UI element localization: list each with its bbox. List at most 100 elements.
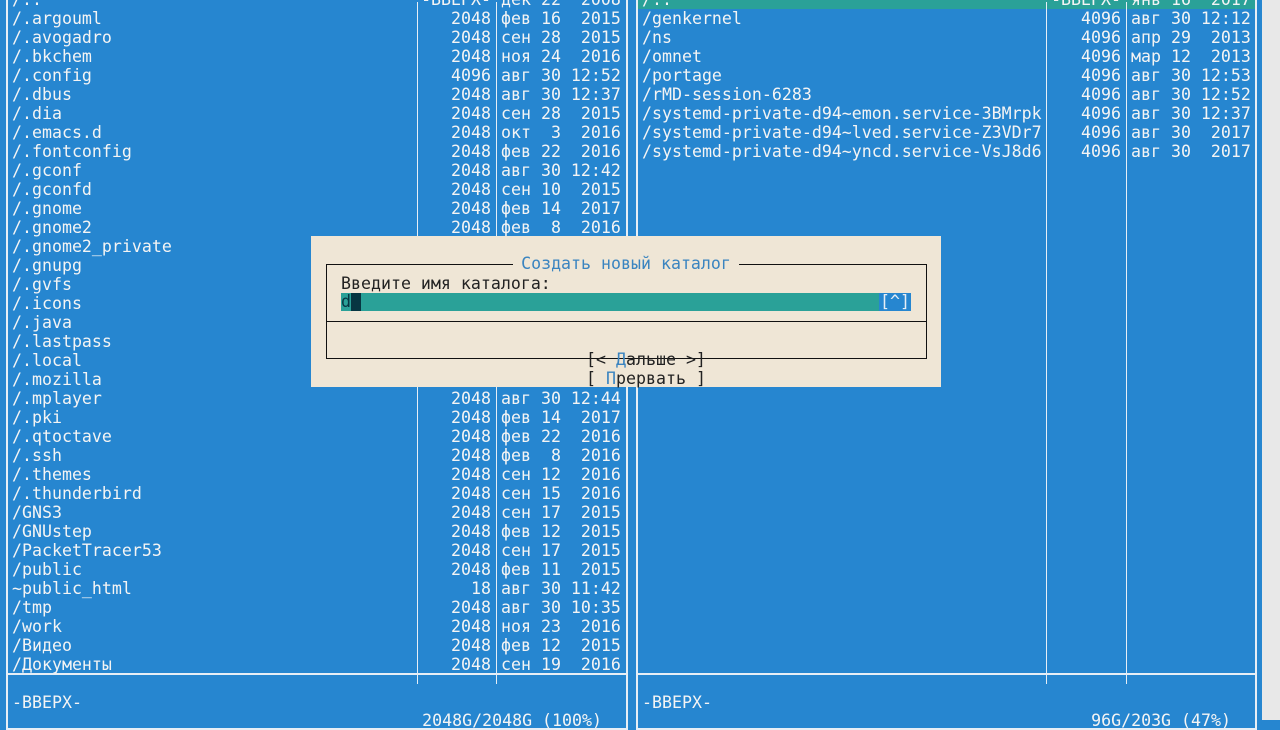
file-name[interactable]: /systemd-private-d94~emon.service-3BMrpk (642, 104, 1042, 123)
file-size: 2048 (451, 408, 491, 427)
file-date: авг 30 12:52 (1131, 85, 1251, 104)
file-date: окт 3 2016 (501, 123, 621, 142)
file-name[interactable]: /.fontconfig (12, 142, 132, 161)
file-name[interactable]: /.icons (12, 294, 82, 313)
file-name[interactable]: /.mplayer (12, 389, 102, 408)
file-name[interactable]: /.avogadro (12, 28, 112, 47)
file-name[interactable]: /.java (12, 313, 72, 332)
file-name[interactable]: /.argouml (12, 9, 102, 28)
history-button[interactable]: [^] (879, 293, 911, 311)
dialog-label: Введите имя каталога: (341, 274, 551, 293)
cancel-button[interactable]: [ Прервать ] (586, 369, 706, 388)
file-size: 2048 (451, 85, 491, 104)
file-size: 4096 (1081, 85, 1121, 104)
file-name[interactable]: /.local (12, 351, 82, 370)
window-edge (1262, 0, 1280, 720)
file-name[interactable]: /.. (642, 0, 672, 9)
file-date: сен 28 2015 (501, 28, 621, 47)
file-name[interactable]: /systemd-private-d94~lved.service-Z3VDr7 (642, 123, 1042, 142)
column-separator (1126, 2, 1127, 684)
file-size: 2048 (451, 617, 491, 636)
file-size: 2048 (451, 465, 491, 484)
file-date: ноя 23 2016 (501, 617, 621, 636)
file-name[interactable]: /GNUstep (12, 522, 92, 541)
file-name[interactable]: /.gconf (12, 161, 82, 180)
file-name[interactable]: /public (12, 560, 82, 579)
file-date: фев 22 2016 (501, 142, 621, 161)
mini-status: -ВВЕРХ- (12, 693, 82, 712)
file-name[interactable]: /tmp (12, 598, 52, 617)
mini-status: -ВВЕРХ- (642, 693, 712, 712)
file-date: сен 10 2015 (501, 180, 621, 199)
file-name[interactable]: /rMD-session-6283 (642, 85, 812, 104)
text-cursor (351, 293, 361, 311)
file-name[interactable]: /Видео (12, 636, 72, 655)
directory-name-input[interactable]: d [^] (341, 293, 911, 311)
file-size: 2048 (451, 104, 491, 123)
file-size: 4096 (1081, 142, 1121, 161)
file-name[interactable]: /.thunderbird (12, 484, 142, 503)
column-separator (1046, 2, 1047, 684)
input-value: d (341, 292, 351, 311)
file-date: фев 22 2016 (501, 427, 621, 446)
file-size: 4096 (1081, 9, 1121, 28)
file-size: 2048 (451, 161, 491, 180)
file-date: апр 29 2013 (1131, 28, 1251, 47)
file-date: фев 11 2015 (501, 560, 621, 579)
ok-button[interactable]: [< Дальше >] (586, 350, 706, 369)
file-name[interactable]: /.emacs.d (12, 123, 102, 142)
file-date: сен 28 2015 (501, 104, 621, 123)
file-name[interactable]: /.gconfd (12, 180, 92, 199)
file-date: авг 30 12:53 (1131, 66, 1251, 85)
file-name[interactable]: /portage (642, 66, 722, 85)
file-name[interactable]: /work (12, 617, 62, 636)
file-date: сен 17 2015 (501, 503, 621, 522)
file-size: 4096 (1081, 28, 1121, 47)
file-name[interactable]: /.qtoctave (12, 427, 112, 446)
file-size: 18 (471, 579, 491, 598)
file-name[interactable]: /.config (12, 66, 92, 85)
file-size: 2048 (451, 28, 491, 47)
file-size: 2048 (451, 218, 491, 237)
file-name[interactable]: /.ssh (12, 446, 62, 465)
file-name[interactable]: /.gvfs (12, 275, 72, 294)
file-size: -ВВЕРХ- (1048, 0, 1121, 9)
file-size: 2048 (451, 522, 491, 541)
disk-usage: 96G/203G (47%) (1091, 711, 1231, 730)
file-name[interactable]: /.themes (12, 465, 92, 484)
file-name[interactable]: /ns (642, 28, 672, 47)
status-separator (638, 673, 1255, 675)
file-name[interactable]: /.lastpass (12, 332, 112, 351)
mkdir-dialog: Создать новый каталог Введите имя катало… (311, 236, 941, 388)
file-name[interactable]: /.gnupg (12, 256, 82, 275)
file-date: сен 12 2016 (501, 465, 621, 484)
file-size: 2048 (451, 446, 491, 465)
file-date: авг 30 12:37 (1131, 104, 1251, 123)
file-name[interactable]: /.gnome2 (12, 218, 92, 237)
dialog-divider (326, 321, 927, 322)
disk-usage: 2048G/2048G (100%) (422, 711, 602, 730)
file-name[interactable]: /.dia (12, 104, 62, 123)
file-name[interactable]: /.bkchem (12, 47, 92, 66)
file-name[interactable]: /genkernel (642, 9, 742, 28)
file-size: 2048 (451, 427, 491, 446)
file-date: сен 15 2016 (501, 484, 621, 503)
file-date: авг 30 2017 (1131, 142, 1251, 161)
file-name[interactable]: /Документы (12, 655, 112, 674)
file-size: 2048 (451, 541, 491, 560)
file-name[interactable]: /.mozilla (12, 370, 102, 389)
file-name[interactable]: /GNS3 (12, 503, 62, 522)
file-name[interactable]: ~public_html (12, 579, 132, 598)
file-date: фев 12 2015 (501, 636, 621, 655)
file-name[interactable]: /systemd-private-d94~yncd.service-VsJ8d6 (642, 142, 1042, 161)
file-name[interactable]: /.pki (12, 408, 62, 427)
file-name[interactable]: /PacketTracer53 (12, 541, 162, 560)
file-name[interactable]: /omnet (642, 47, 702, 66)
file-date: сен 17 2015 (501, 541, 621, 560)
file-name[interactable]: /.dbus (12, 85, 72, 104)
file-size: 4096 (1081, 66, 1121, 85)
file-name[interactable]: /.gnome2_private (12, 237, 172, 256)
file-date: янв 16 2017 (1131, 0, 1251, 9)
file-name[interactable]: /.. (12, 0, 42, 9)
file-name[interactable]: /.gnome (12, 199, 82, 218)
